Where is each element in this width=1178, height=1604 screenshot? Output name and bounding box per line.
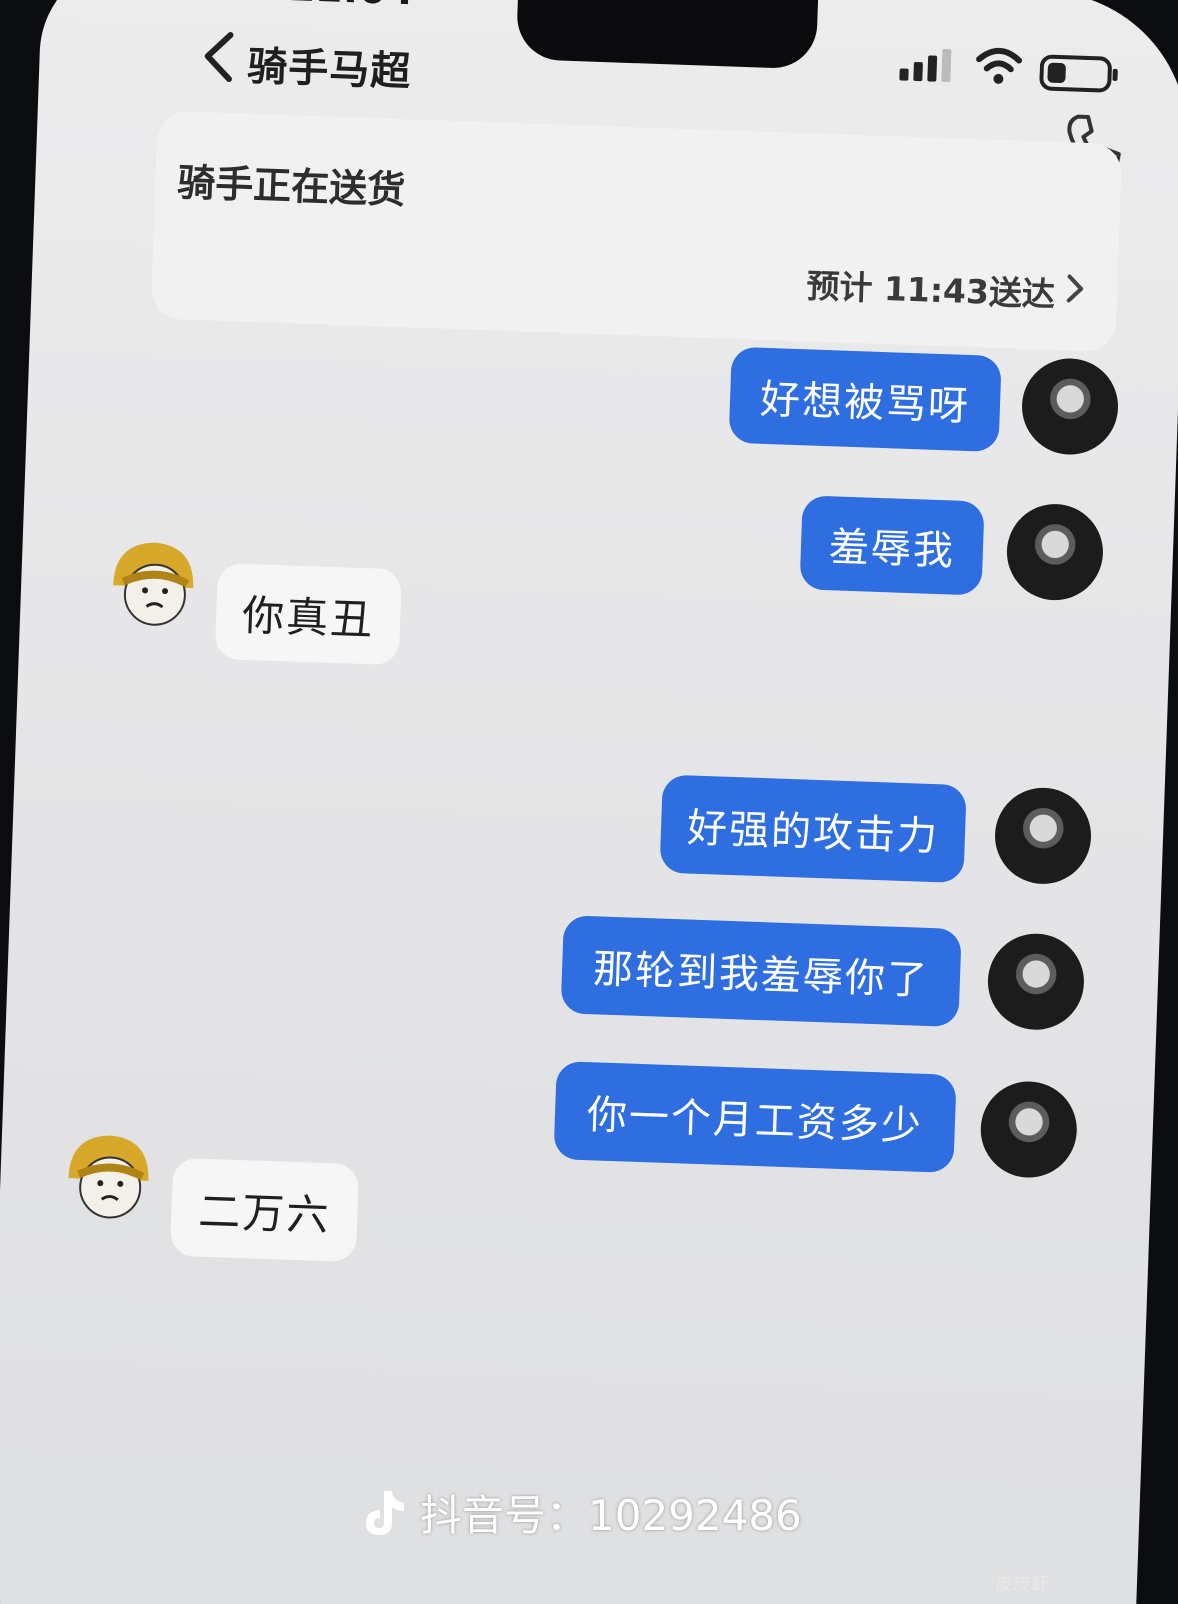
message-bubble-outgoing[interactable]: 好强的攻击力	[659, 774, 967, 884]
delivery-status-card[interactable]: 骑手正在送货 预计 11:43送达	[150, 110, 1123, 353]
rider-avatar[interactable]	[104, 535, 201, 632]
message-bubble-outgoing[interactable]: 那轮到我羞辱你了	[560, 915, 962, 1028]
dynamic-island	[515, 0, 819, 70]
user-avatar[interactable]	[986, 932, 1086, 1032]
phone-screen: 11:04 骑手马超 电话 骑手正在送货 预计 11:43送达	[0, 0, 1178, 1604]
chat-title: 骑手马超	[246, 43, 413, 96]
delivery-eta: 预计 11:43送达	[805, 266, 1056, 314]
message-bubble-incoming[interactable]: 你真丑	[214, 562, 402, 666]
rider-avatar[interactable]	[59, 1128, 156, 1225]
user-avatar[interactable]	[979, 1079, 1079, 1180]
message-bubble-outgoing[interactable]: 你一个月工资多少	[553, 1061, 957, 1173]
douyin-id-text: 抖音号：10292486	[420, 1491, 802, 1540]
chevron-left-icon[interactable]	[199, 30, 241, 83]
battery-icon	[1039, 54, 1118, 93]
signal-icon	[899, 48, 952, 83]
user-avatar[interactable]	[1020, 356, 1120, 457]
status-time: 11:04	[286, 0, 415, 14]
wifi-icon	[976, 47, 1023, 84]
chevron-right-icon	[1066, 274, 1084, 303]
message-bubble-incoming[interactable]: 二万六	[169, 1157, 360, 1263]
message-bubble-outgoing[interactable]: 好想被骂呀	[728, 346, 1002, 453]
photo-frame: 11:04 骑手马超 电话 骑手正在送货 预计 11:43送达	[0, 0, 1178, 1604]
message-bubble-outgoing[interactable]: 羞辱我	[799, 495, 985, 596]
douyin-watermark: 抖音号：10292486	[360, 1482, 802, 1543]
user-avatar[interactable]	[1005, 502, 1105, 602]
corner-watermark: 皮皮虾	[995, 1574, 1049, 1595]
delivery-status-text: 骑手正在送货	[176, 160, 406, 213]
douyin-logo-icon	[366, 1490, 404, 1535]
user-avatar[interactable]	[993, 786, 1093, 886]
